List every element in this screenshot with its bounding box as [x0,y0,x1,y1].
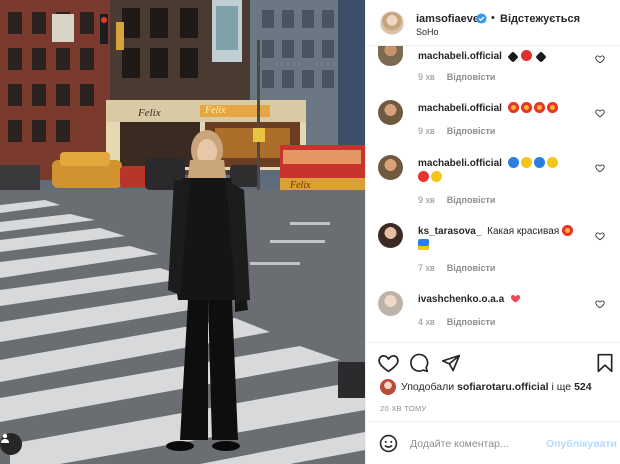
comment-username[interactable]: machabeli.official [418,158,502,169]
person-icon [1,433,9,443]
author-avatar[interactable] [380,11,404,35]
like-heart-icon[interactable] [378,353,399,373]
comment-body: Какая красивая [487,226,560,237]
sparkle-emoji [546,157,558,168]
heart-eyes-emoji [520,102,532,113]
comment-meta: 9 хв Відповісти [418,126,495,136]
comment-time: 9 хв [418,195,435,205]
post-photo[interactable]: Felix Felix Felix [0,0,365,464]
cart-sign-felix: Felix [290,180,311,191]
tagged-user-icon[interactable] [0,433,22,455]
comment-text: machabeli.official [418,102,588,116]
heart-icon[interactable] [595,163,605,173]
comment-avatar[interactable] [378,155,403,180]
author-username[interactable]: iamsofiaeve [416,13,479,25]
follow-status-button[interactable]: Відстежується [500,13,580,25]
sparkle-emoji [431,171,442,182]
post-action-bar [366,342,620,382]
reply-button[interactable]: Відповісти [447,195,496,205]
post-header: iamsofiaeve • Відстежується SoHo [366,0,620,46]
likes-summary: Уподобали sofiarotaru.official і ще 524 [380,379,610,397]
share-icon[interactable] [441,353,461,373]
comment-username[interactable]: machabeli.official [418,103,502,114]
comment-text: machabeli.official [418,157,588,185]
rose-emoji [521,50,533,61]
heart-icon[interactable] [595,299,605,309]
comment-input[interactable]: Додайте коментар... [410,438,509,450]
comment-time: 9 хв [418,126,435,136]
comment-text: ks_tarasova_ Какая красивая [418,225,588,253]
ukraine-flag-emoji [418,239,429,250]
post-location[interactable]: SoHo [416,27,439,37]
likes-connector: і ще [551,381,572,393]
comment-time: 9 хв [418,72,435,82]
neon-sign-felix: Felix [205,105,226,116]
black-heart-emoji [535,51,547,63]
heart-icon[interactable] [595,54,605,64]
likes-prefix: Уподобали [401,381,455,393]
rose-emoji [418,171,429,182]
bookmark-icon[interactable] [596,353,614,373]
comment-username[interactable]: ivashchenko.o.a.a [418,294,504,305]
comment-time: 4 хв [418,317,435,327]
heart-eyes-emoji [507,102,519,113]
post-comment-button[interactable]: Опублікувати [546,438,617,450]
reply-button[interactable]: Відповісти [447,126,496,136]
comment-avatar[interactable] [378,291,403,316]
likes-count[interactable]: 524 [574,381,592,393]
heart-eyes-emoji [533,102,545,113]
reply-button[interactable]: Відповісти [447,72,496,82]
comment-icon[interactable] [409,353,429,373]
liker-avatar[interactable] [380,379,396,395]
store-sign-felix: Felix [138,107,161,119]
comment-meta: 7 хв Відповісти [418,263,495,273]
comment-meta: 4 хв Відповісти [418,317,495,327]
reply-button[interactable]: Відповісти [447,317,496,327]
post-timestamp[interactable]: 20 ХВ ТОМУ [380,404,427,413]
heart-eyes-emoji [546,102,558,113]
black-heart-emoji [507,51,519,63]
likes-text: Уподобали sofiarotaru.official і ще 524 [401,381,592,393]
add-comment-bar: Додайте коментар... Опублікувати [366,421,620,464]
reply-button[interactable]: Відповісти [447,263,496,273]
comment-time: 7 хв [418,263,435,273]
comment-meta: 9 хв Відповісти [418,72,495,82]
comment-text: ivashchenko.o.a.a [418,293,588,307]
comment-username[interactable]: ks_tarasova_ [418,226,481,237]
comment-avatar[interactable] [378,223,403,248]
heart-icon[interactable] [595,108,605,118]
yellow-heart-emoji [520,157,532,168]
comment-meta: 9 хв Відповісти [418,195,495,205]
comment-username[interactable]: machabeli.official [418,51,502,62]
street-scene-illustration [0,0,365,464]
header-separator: • [491,12,495,24]
emoji-icon[interactable] [379,434,398,453]
comment-avatar[interactable] [378,100,403,125]
comment-avatar[interactable] [378,46,403,66]
heart-eyes-emoji [561,225,573,236]
red-heart-emoji [510,295,521,303]
heart-icon[interactable] [595,231,605,241]
blue-heart-emoji [507,157,519,168]
post-details-panel: iamsofiaeve • Відстежується SoHo machabe… [365,0,620,464]
blue-heart-emoji [533,157,545,168]
liker-username[interactable]: sofiarotaru.official [457,381,549,393]
verified-badge-icon [476,13,487,24]
comment-text: machabeli.official [418,50,588,64]
